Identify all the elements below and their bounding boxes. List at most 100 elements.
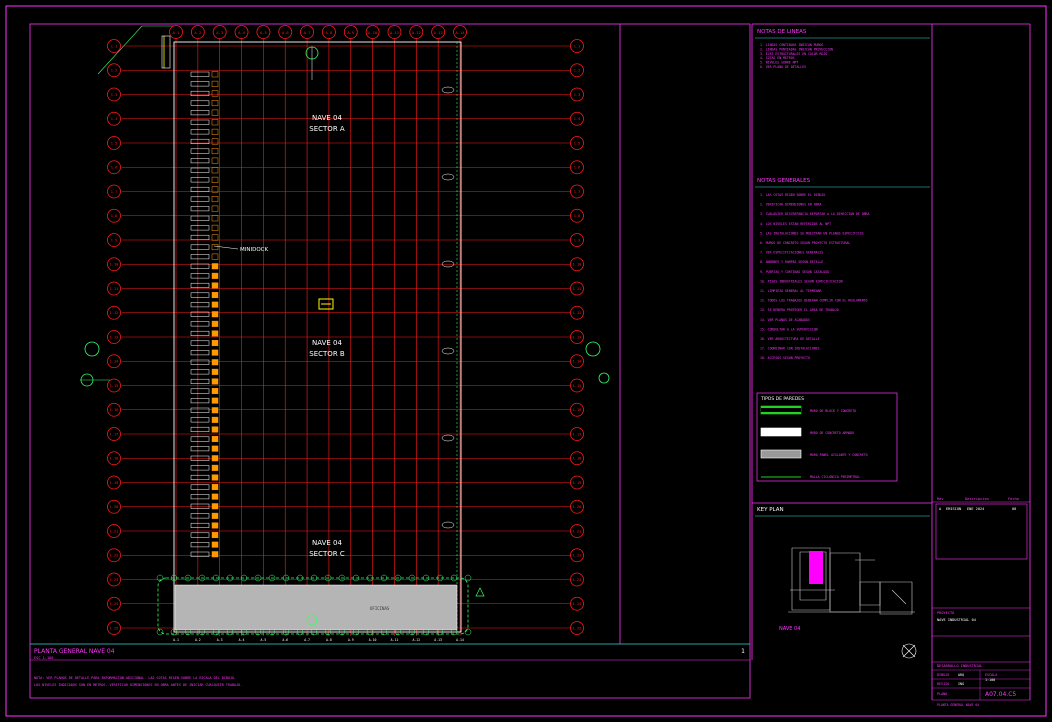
grid-row-label: 1.17	[110, 432, 119, 436]
grid-column-label: A.7	[304, 30, 311, 35]
zone-b-name: NAVE 04	[312, 339, 342, 347]
dock-door	[190, 551, 219, 558]
grid-row-label: 1.1	[111, 44, 118, 48]
section-marker-right	[585, 341, 610, 384]
dock-door	[190, 407, 219, 414]
dock-door	[190, 320, 219, 327]
zone-c-sector: SECTOR C	[309, 550, 345, 558]
note-item: 8. ANDENES Y RAMPAS SEGUN DETALLE	[760, 260, 823, 264]
title-block-bottom: PLANTA GENERAL NAVE 04	[937, 703, 979, 707]
grid-row-bubble-right: 1.6	[570, 160, 584, 175]
zone-a-sector: SECTOR A	[309, 125, 345, 133]
grid-column-label-bottom: A.14	[456, 638, 464, 642]
rev-row-id: A	[939, 507, 942, 511]
grid-row-bubble-right: 1.8	[570, 208, 584, 223]
plan-title: PLANTA GENERAL NAVE 04	[34, 648, 115, 655]
wall-type-item: MURO PANEL AISLANTE Y CONCRETO	[760, 449, 868, 459]
dock-door	[190, 253, 219, 260]
grid-row-label: 1.12	[573, 311, 582, 315]
grid-row-bubble-left: 1.8	[107, 208, 121, 223]
grid-row-bubble-right: 1.7	[570, 184, 584, 199]
grid-row-bubble-right: 1.18	[570, 451, 584, 466]
grid-row-bubble-left: 1.22	[107, 548, 121, 563]
grid-column-label-bottom: A.1	[173, 638, 179, 642]
grid-column-label: A.4	[238, 30, 246, 35]
grid-bubbles: A.1 A.1 A.2 A.2 A.3 A.3 A.4 A.4 A.5 A.5 A.6 A.6 A.7 A…	[107, 25, 584, 642]
grid-row-label: 1.5	[111, 141, 118, 145]
perimeter-shrub	[464, 628, 472, 636]
wall-type-label: MURO DE CONCRETO ARMADO	[810, 431, 854, 435]
grid-row-bubble-right: 1.12	[570, 305, 584, 320]
note-item: 5. LAS INSTALACIONES SE MUESTRAN EN PLAN…	[760, 231, 864, 235]
wall-marker	[441, 347, 455, 355]
grid-row-bubble-right: 1.22	[570, 548, 584, 563]
note-item: 6. VER PLANO DE DETALLES	[760, 65, 806, 69]
grid-row-label: 1.3	[574, 93, 581, 97]
grid-column-label: A.10	[368, 30, 378, 35]
key-plan-highlight	[809, 551, 823, 584]
sheet-code: A07.04.C5	[985, 691, 1016, 698]
rev-header-date: Fecha	[1008, 497, 1019, 501]
grid-column-bubble: A.6	[278, 25, 293, 39]
grid-row-label: 1.16	[573, 408, 582, 412]
grid-row-bubble-left: 1.11	[107, 281, 121, 296]
grid-column-label: A.8	[325, 30, 333, 35]
grid-row-bubble-left: 1.6	[107, 160, 121, 175]
grid-row-label: 1.22	[110, 554, 119, 558]
section-marker-left	[80, 341, 110, 387]
bottom-notes-1: NOTA: VER PLANOS DE DETALLE PARA INFORMA…	[34, 676, 236, 680]
grid-row-label: 1.11	[573, 287, 582, 291]
grid-row-label: 1.15	[573, 384, 582, 388]
bottom-notes-2: LOS NIVELES INDICADOS SON EN METROS. VER…	[34, 683, 242, 687]
wall-type-label: MALLA CICLONICA PERIMETRAL	[810, 475, 860, 479]
notas-generales-list: 1. LAS COTAS RIGEN SOBRE EL DIBUJO 2. VER…	[760, 193, 869, 360]
grid-column-label-bottom: A.9	[348, 638, 354, 642]
grid-row-bubble-left: 1.15	[107, 378, 121, 393]
check-value: ING	[958, 682, 964, 686]
grid-column-label-bottom: A.3	[217, 638, 223, 642]
grid-row-label: 1.5	[574, 141, 581, 145]
grid-row-label: 1.14	[573, 360, 582, 364]
dock-door	[190, 474, 219, 481]
grid-column-label: A.2	[194, 30, 201, 35]
perimeter-shrub	[156, 628, 164, 636]
grid-row-label: 1.8	[574, 214, 581, 218]
grid-row-bubble-left: 1.13	[107, 330, 121, 344]
project-name: NAVE INDUSTRIAL 04	[937, 618, 976, 622]
dock-door	[190, 388, 219, 395]
grid-row-bubble-right: 1.3	[570, 87, 584, 102]
dock-door	[190, 80, 219, 87]
grid-column-label: A.9	[347, 30, 355, 35]
grid-row-label: 1.17	[573, 432, 582, 436]
grid-row-label: 1.4	[111, 117, 118, 121]
dock-door	[190, 512, 219, 519]
note-item: 6. MUROS DE CONCRETO SEGUN PROYECTO ESTR…	[760, 241, 850, 245]
grid-row-label: 1.10	[110, 263, 119, 267]
grid-column-label: A.11	[390, 30, 400, 35]
note-item: 3. EJES ESTRUCTURALES EN COLOR ROJO	[760, 52, 827, 56]
dock-door	[190, 311, 219, 318]
grid-column-label-bottom: A.7	[304, 638, 310, 642]
zone-c-name: NAVE 04	[312, 539, 342, 547]
grid-row-label: 1.6	[574, 166, 581, 170]
grid-column-bubble: A.10	[365, 25, 380, 39]
dock-door	[190, 282, 219, 289]
grid-row-bubble-right: 1.13	[570, 330, 584, 344]
plan-scale: ESC 1:100	[34, 656, 53, 660]
grid-row-label: 1.16	[110, 408, 119, 412]
grid-row-bubble-left: 1.23	[107, 572, 121, 587]
wall-type-label: MURO PANEL AISLANTE Y CONCRETO	[810, 453, 868, 457]
note-item: 1. LINEAS CONTINUAS INDICAN MUROS	[760, 43, 823, 47]
dock-door	[190, 157, 219, 164]
note-item: 17. COORDINAR CON INSTALACIONES	[760, 347, 820, 351]
drawing-sheet: A.1 A.1 A.2 A.2 A.3 A.3 A.4 A.4 A.5 A.5 A.6 A.6 A.7 A…	[5, 5, 1047, 717]
dock-door	[190, 90, 219, 97]
note-item: 1. LAS COTAS RIGEN SOBRE EL DIBUJO	[760, 193, 825, 197]
grid-row-bubble-left: 1.16	[107, 402, 121, 417]
grid-row-bubble-left: 1.21	[107, 524, 121, 538]
scale-label: ESCALA	[985, 673, 997, 677]
wall-marker	[441, 434, 455, 442]
wall-type-item: MURO DE CONCRETO ARMADO	[760, 427, 854, 437]
grid-column-label: A.5	[260, 30, 267, 35]
dock-door	[190, 109, 219, 116]
